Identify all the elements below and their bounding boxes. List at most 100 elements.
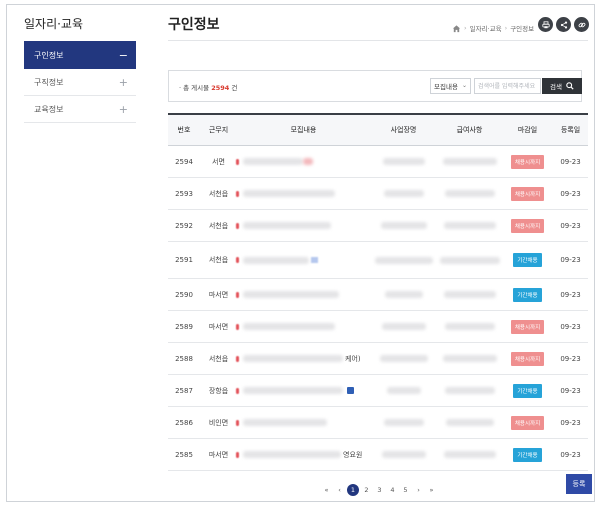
redacted-text — [243, 291, 339, 298]
page-number-button[interactable]: 3 — [373, 486, 386, 494]
redacted-text — [443, 451, 496, 458]
column-header-content: 모집내용 — [290, 126, 317, 134]
row-content-link[interactable] — [236, 158, 370, 166]
register-button[interactable]: 등록 — [566, 474, 592, 494]
row-deadline: 기간채용 — [502, 383, 553, 398]
search-bar: · 총 게시물 2594 건 모집내용 ⌄ 검색 — [168, 70, 582, 102]
row-content-link[interactable] — [236, 419, 370, 427]
table-row[interactable]: 2594 서면 채용시까지 09-23 — [168, 146, 588, 178]
row-deadline: 채용시까지 — [502, 319, 553, 334]
sidebar-item-recruit[interactable]: 구인정보 − — [24, 41, 136, 69]
page-title: 구인정보 — [168, 17, 220, 33]
row-location: 마서면 — [208, 450, 229, 459]
table-row[interactable]: 2591 서천읍 기간채용 09-23 — [168, 242, 588, 279]
row-content-link[interactable]: 영요원 — [236, 450, 370, 460]
sidebar-item-education[interactable]: 교육정보 + — [24, 96, 136, 123]
redacted-text — [243, 256, 309, 264]
link-icon[interactable] — [574, 17, 589, 32]
prev-page-button[interactable]: ‹ — [333, 486, 346, 494]
search-field-select[interactable]: 모집내용 ⌄ — [430, 78, 471, 94]
redacted-text — [381, 451, 426, 458]
row-location: 마서면 — [208, 322, 229, 331]
search-button-label: 검색 — [550, 83, 562, 91]
new-mark — [303, 158, 313, 165]
row-deadline: 채용시까지 — [502, 154, 553, 169]
row-pay — [437, 419, 502, 427]
page-number-button[interactable]: 2 — [360, 486, 373, 494]
lock-icon — [347, 387, 354, 394]
row-pay — [437, 190, 502, 198]
total-suffix: 건 — [231, 84, 238, 92]
row-deadline: 채용시까지 — [502, 186, 553, 201]
breadcrumb: › 일자리·교육 › 구인정보 — [452, 23, 534, 33]
breadcrumb-separator: › — [464, 24, 467, 32]
row-location: 서천읍 — [208, 256, 229, 264]
table-header: 번호 근무지 모집내용 사업장명 급여사항 마감일 등록일 — [168, 113, 588, 146]
redacted-text — [374, 256, 433, 264]
sidebar-menu: 구인정보 − 구직정보 + 교육정보 + — [24, 41, 136, 123]
table-row[interactable]: 2586 비인면 채용시까지 09-23 — [168, 407, 588, 439]
redacted-text — [439, 256, 500, 264]
redacted-text — [444, 190, 495, 197]
table-row[interactable]: 2589 마서면 채용시까지 09-23 — [168, 311, 588, 343]
search-input[interactable] — [474, 78, 541, 94]
row-content-link[interactable] — [236, 387, 370, 395]
redacted-text — [243, 158, 303, 165]
sidebar-title: 일자리·교육 — [24, 17, 84, 31]
breadcrumb-item[interactable]: 구인정보 — [510, 23, 534, 33]
collapse-icon: − — [118, 48, 128, 62]
row-content-link[interactable] — [236, 222, 370, 230]
row-company — [370, 291, 437, 299]
redacted-text — [243, 387, 343, 394]
page-number-button[interactable]: 1 — [347, 484, 359, 496]
breadcrumb-item[interactable]: 일자리·교육 — [470, 23, 502, 33]
row-location: 서천읍 — [208, 221, 229, 230]
bullet-marker — [236, 257, 239, 263]
redacted-text — [243, 190, 335, 197]
table-row[interactable]: 2588 서천읍 케어) 채용시까지 09-23 — [168, 343, 588, 375]
page-number-button[interactable]: 5 — [399, 486, 412, 494]
pagination: «‹ 1 2 3 4 5 ›» — [320, 484, 438, 496]
chevron-down-icon: ⌄ — [461, 82, 467, 89]
home-icon[interactable] — [452, 24, 461, 33]
row-date: 09-23 — [560, 221, 581, 230]
row-deadline: 채용시까지 — [502, 218, 553, 233]
row-content-link[interactable]: 케어) — [236, 354, 370, 364]
row-company — [370, 355, 437, 363]
row-number: 2590 — [175, 290, 193, 299]
search-button[interactable]: 검색 — [542, 78, 582, 94]
print-icon[interactable] — [538, 17, 553, 32]
row-content-link[interactable] — [236, 323, 370, 331]
sidebar-item-label: 구직정보 — [34, 77, 64, 87]
row-number: 2586 — [175, 418, 193, 427]
share-icon[interactable] — [556, 17, 571, 32]
bullet-marker — [236, 387, 239, 394]
row-number: 2587 — [175, 386, 193, 395]
row-content-link[interactable] — [236, 291, 370, 299]
table-row[interactable]: 2590 마서면 기간채용 09-23 — [168, 279, 588, 311]
status-badge: 채용시까지 — [510, 154, 545, 169]
next-page-button[interactable]: › — [412, 486, 425, 494]
row-number: 2588 — [175, 354, 193, 363]
page-number-button[interactable]: 4 — [386, 486, 399, 494]
row-content-link[interactable] — [236, 256, 370, 264]
table-row[interactable]: 2585 마서면 영요원 기간채용 09-23 — [168, 439, 588, 471]
row-number: 2589 — [175, 322, 193, 331]
recruit-table: 번호 근무지 모집내용 사업장명 급여사항 마감일 등록일 2594 서면 채용시까… — [168, 113, 588, 471]
table-row[interactable]: 2587 장항읍 기간채용 09-23 — [168, 375, 588, 407]
expand-icon: + — [118, 75, 128, 89]
first-page-button[interactable]: « — [320, 486, 333, 494]
row-date: 09-23 — [560, 290, 581, 299]
row-pay — [437, 355, 502, 363]
sidebar-item-jobseek[interactable]: 구직정보 + — [24, 69, 136, 96]
row-number: 2585 — [175, 450, 193, 459]
redacted-text — [243, 222, 331, 229]
redacted-text — [243, 355, 343, 362]
table-row[interactable]: 2593 서천읍 채용시까지 09-23 — [168, 178, 588, 210]
row-deadline: 기간채용 — [502, 447, 553, 462]
table-row[interactable]: 2592 서천읍 채용시까지 09-23 — [168, 210, 588, 242]
row-content-link[interactable] — [236, 190, 370, 198]
row-date: 09-23 — [560, 157, 581, 166]
search-icon — [566, 82, 574, 90]
last-page-button[interactable]: » — [425, 486, 438, 494]
